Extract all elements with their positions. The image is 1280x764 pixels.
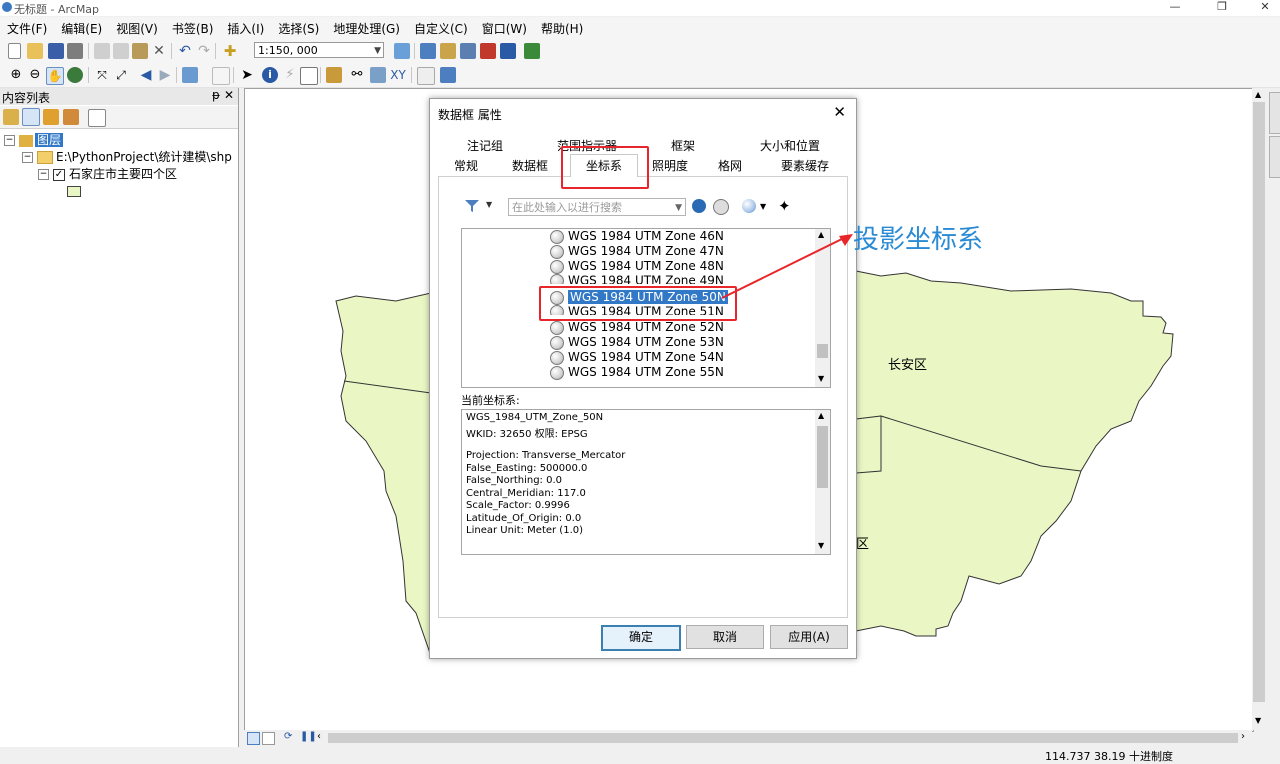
- annotation-arrow: [721, 235, 849, 299]
- annotation-arrow-layer: [721, 234, 853, 299]
- tab-coordinate-system[interactable]: 坐标系: [570, 154, 638, 177]
- annotation-text: 投影坐标系: [853, 225, 984, 255]
